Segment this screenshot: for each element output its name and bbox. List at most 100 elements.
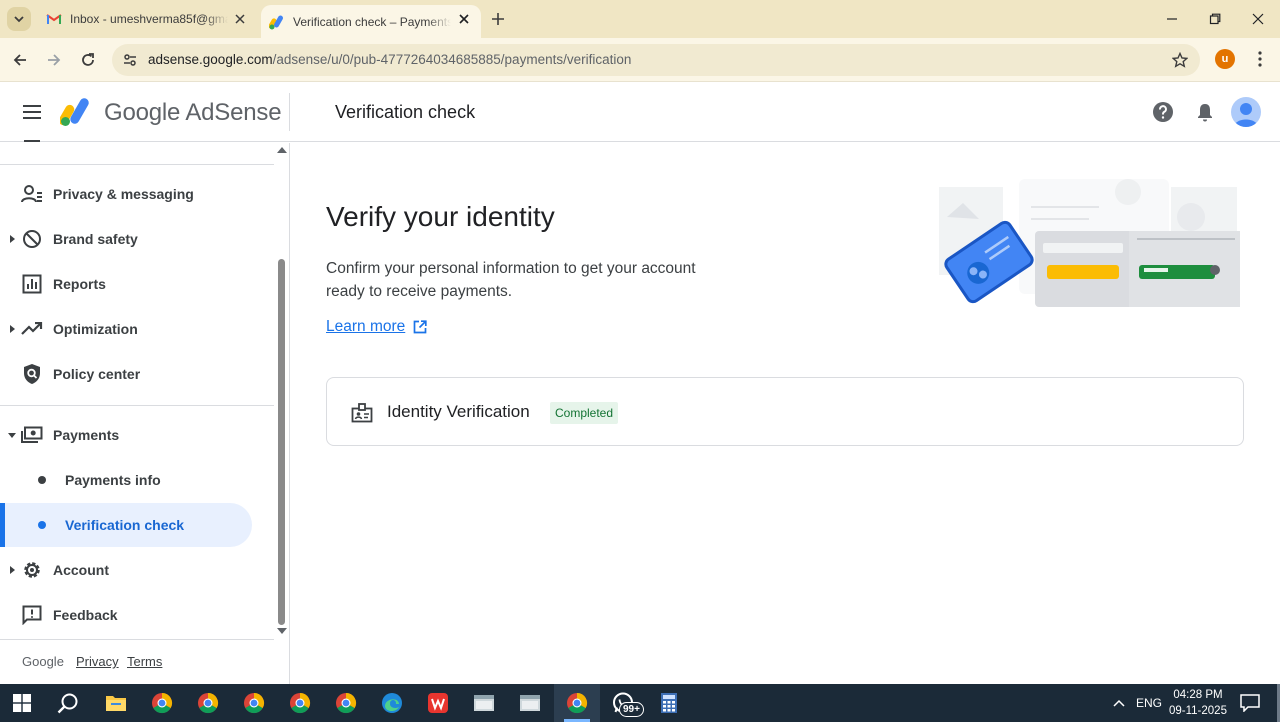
- footer-privacy-link[interactable]: Privacy: [76, 654, 119, 669]
- browser-toolbar: adsense.google.com/adsense/u/0/pub-47772…: [0, 38, 1280, 82]
- sidebar-item-policy-center[interactable]: Policy center: [0, 352, 274, 396]
- sidebar-item-label: Feedback: [53, 607, 118, 623]
- maximize-button[interactable]: [1204, 8, 1226, 30]
- bookmark-star-icon[interactable]: [1170, 50, 1190, 70]
- scroll-up-icon[interactable]: [277, 147, 287, 153]
- tab-adsense[interactable]: Verification check – Payments – Google A…: [261, 5, 481, 38]
- edge-button[interactable]: [377, 689, 407, 717]
- reload-icon: [82, 53, 94, 66]
- window-icon: [474, 695, 494, 711]
- tray-overflow-button[interactable]: [1104, 689, 1134, 717]
- url-text: adsense.google.com/adsense/u/0/pub-47772…: [148, 52, 631, 67]
- active-indicator: [0, 503, 5, 547]
- sidebar-subitem-verification-check[interactable]: Verification check: [0, 503, 252, 547]
- sidebar-footer: Google Privacy Terms: [0, 639, 274, 684]
- windows-icon: [13, 694, 31, 712]
- header-divider: [289, 93, 290, 131]
- window-app-2[interactable]: [515, 689, 545, 717]
- sidebar-item-optimization[interactable]: Optimization: [0, 307, 274, 351]
- chrome-window-5[interactable]: [331, 689, 361, 717]
- tab-gmail[interactable]: Inbox - umeshverma85f@gmail.com: [36, 0, 258, 38]
- window-icon: [520, 695, 540, 711]
- notification-icon: [1240, 694, 1260, 712]
- section-heading: Verify your identity: [326, 201, 555, 232]
- clock[interactable]: 04:28 PM 09-11-2025: [1166, 684, 1230, 722]
- file-explorer-button[interactable]: [101, 689, 131, 717]
- sidebar-item-payments[interactable]: Payments: [0, 413, 274, 457]
- chrome-window-4[interactable]: [285, 689, 315, 717]
- restore-icon: [1209, 13, 1221, 25]
- taskbar-search-button[interactable]: [53, 689, 83, 717]
- notifications-button[interactable]: [1193, 100, 1217, 124]
- sidebar-subitem-payments-info[interactable]: Payments info: [0, 458, 252, 502]
- gmail-icon: [46, 11, 62, 27]
- scroll-thumb[interactable]: [278, 259, 285, 625]
- reload-button[interactable]: [76, 48, 100, 72]
- arrow-right-icon: [48, 54, 61, 66]
- close-tab-icon[interactable]: [456, 11, 472, 27]
- url-path: /adsense/u/0/pub-4777264034685885/paymen…: [272, 52, 632, 67]
- sidebar-item-reports[interactable]: Reports: [0, 262, 274, 306]
- expand-caret-icon: [8, 565, 16, 575]
- new-tab-button[interactable]: [488, 9, 508, 29]
- forward-button[interactable]: [42, 48, 66, 72]
- expand-caret-icon: [8, 234, 16, 244]
- chrome-icon: [244, 692, 265, 714]
- chrome-active-window[interactable]: [562, 689, 592, 717]
- minimize-button[interactable]: [1161, 8, 1183, 30]
- address-bar[interactable]: adsense.google.com/adsense/u/0/pub-47772…: [112, 44, 1200, 76]
- adsense-icon: [269, 14, 285, 30]
- help-button[interactable]: [1151, 100, 1175, 124]
- profile-avatar[interactable]: u: [1215, 49, 1235, 69]
- chrome-window-3[interactable]: [239, 689, 269, 717]
- browser-tab-strip: Inbox - umeshverma85f@gmail.com Verifica…: [0, 0, 1280, 38]
- chrome-window-1[interactable]: [147, 689, 177, 717]
- sidebar-item-label: Policy center: [53, 366, 141, 382]
- plus-icon: [492, 13, 504, 25]
- chrome-icon: [567, 692, 588, 714]
- sidebar-divider: [0, 405, 274, 406]
- sidebar-item-brand-safety[interactable]: Brand safety: [0, 217, 274, 261]
- open-in-new-icon: [413, 320, 427, 334]
- expand-caret-icon: [8, 324, 16, 334]
- sidebar-item-account[interactable]: Account: [0, 548, 274, 592]
- close-tab-icon[interactable]: [232, 11, 248, 27]
- site-info-icon[interactable]: [120, 50, 140, 70]
- sidebar: Privacy & messaging Brand safety Reports…: [0, 140, 290, 684]
- sidebar-item-privacy-messaging[interactable]: Privacy & messaging: [0, 172, 274, 216]
- badge-id-icon: [350, 401, 374, 425]
- sidebar-scrollbar[interactable]: [276, 147, 288, 634]
- bell-icon: [1198, 104, 1212, 122]
- footer-google-text: Google: [22, 654, 64, 669]
- window-app-1[interactable]: [469, 689, 499, 717]
- gear-icon: [20, 558, 44, 582]
- account-avatar[interactable]: [1231, 97, 1261, 127]
- chrome-window-2[interactable]: [193, 689, 223, 717]
- language-indicator[interactable]: ENG: [1136, 684, 1162, 722]
- back-button[interactable]: [8, 48, 32, 72]
- hamburger-icon: [23, 105, 41, 119]
- minimize-icon: [1167, 18, 1177, 20]
- bullet-dot: [38, 521, 46, 529]
- main-menu-button[interactable]: [20, 100, 44, 124]
- chrome-icon: [198, 692, 219, 714]
- start-button[interactable]: [7, 689, 37, 717]
- action-center-button[interactable]: [1238, 684, 1262, 722]
- wps-icon: [428, 693, 448, 713]
- adsense-logo-icon: [60, 98, 89, 126]
- sidebar-item-feedback[interactable]: Feedback: [0, 593, 274, 637]
- learn-more-link[interactable]: Learn more: [326, 318, 427, 336]
- trending-up-icon: [20, 317, 44, 341]
- sidebar-top-divider: [0, 164, 274, 165]
- tab-search-button[interactable]: [7, 7, 31, 31]
- identity-verification-card[interactable]: Identity Verification Completed: [326, 377, 1244, 446]
- browser-menu-button[interactable]: [1250, 48, 1270, 70]
- url-host: adsense.google.com: [148, 52, 273, 67]
- close-window-button[interactable]: [1247, 8, 1269, 30]
- scroll-down-icon[interactable]: [277, 628, 287, 634]
- calculator-button[interactable]: [654, 689, 684, 717]
- sidebar-item-label: Brand safety: [53, 231, 138, 247]
- footer-terms-link[interactable]: Terms: [127, 654, 162, 669]
- edge-icon: [382, 693, 402, 713]
- wps-office-button[interactable]: [423, 689, 453, 717]
